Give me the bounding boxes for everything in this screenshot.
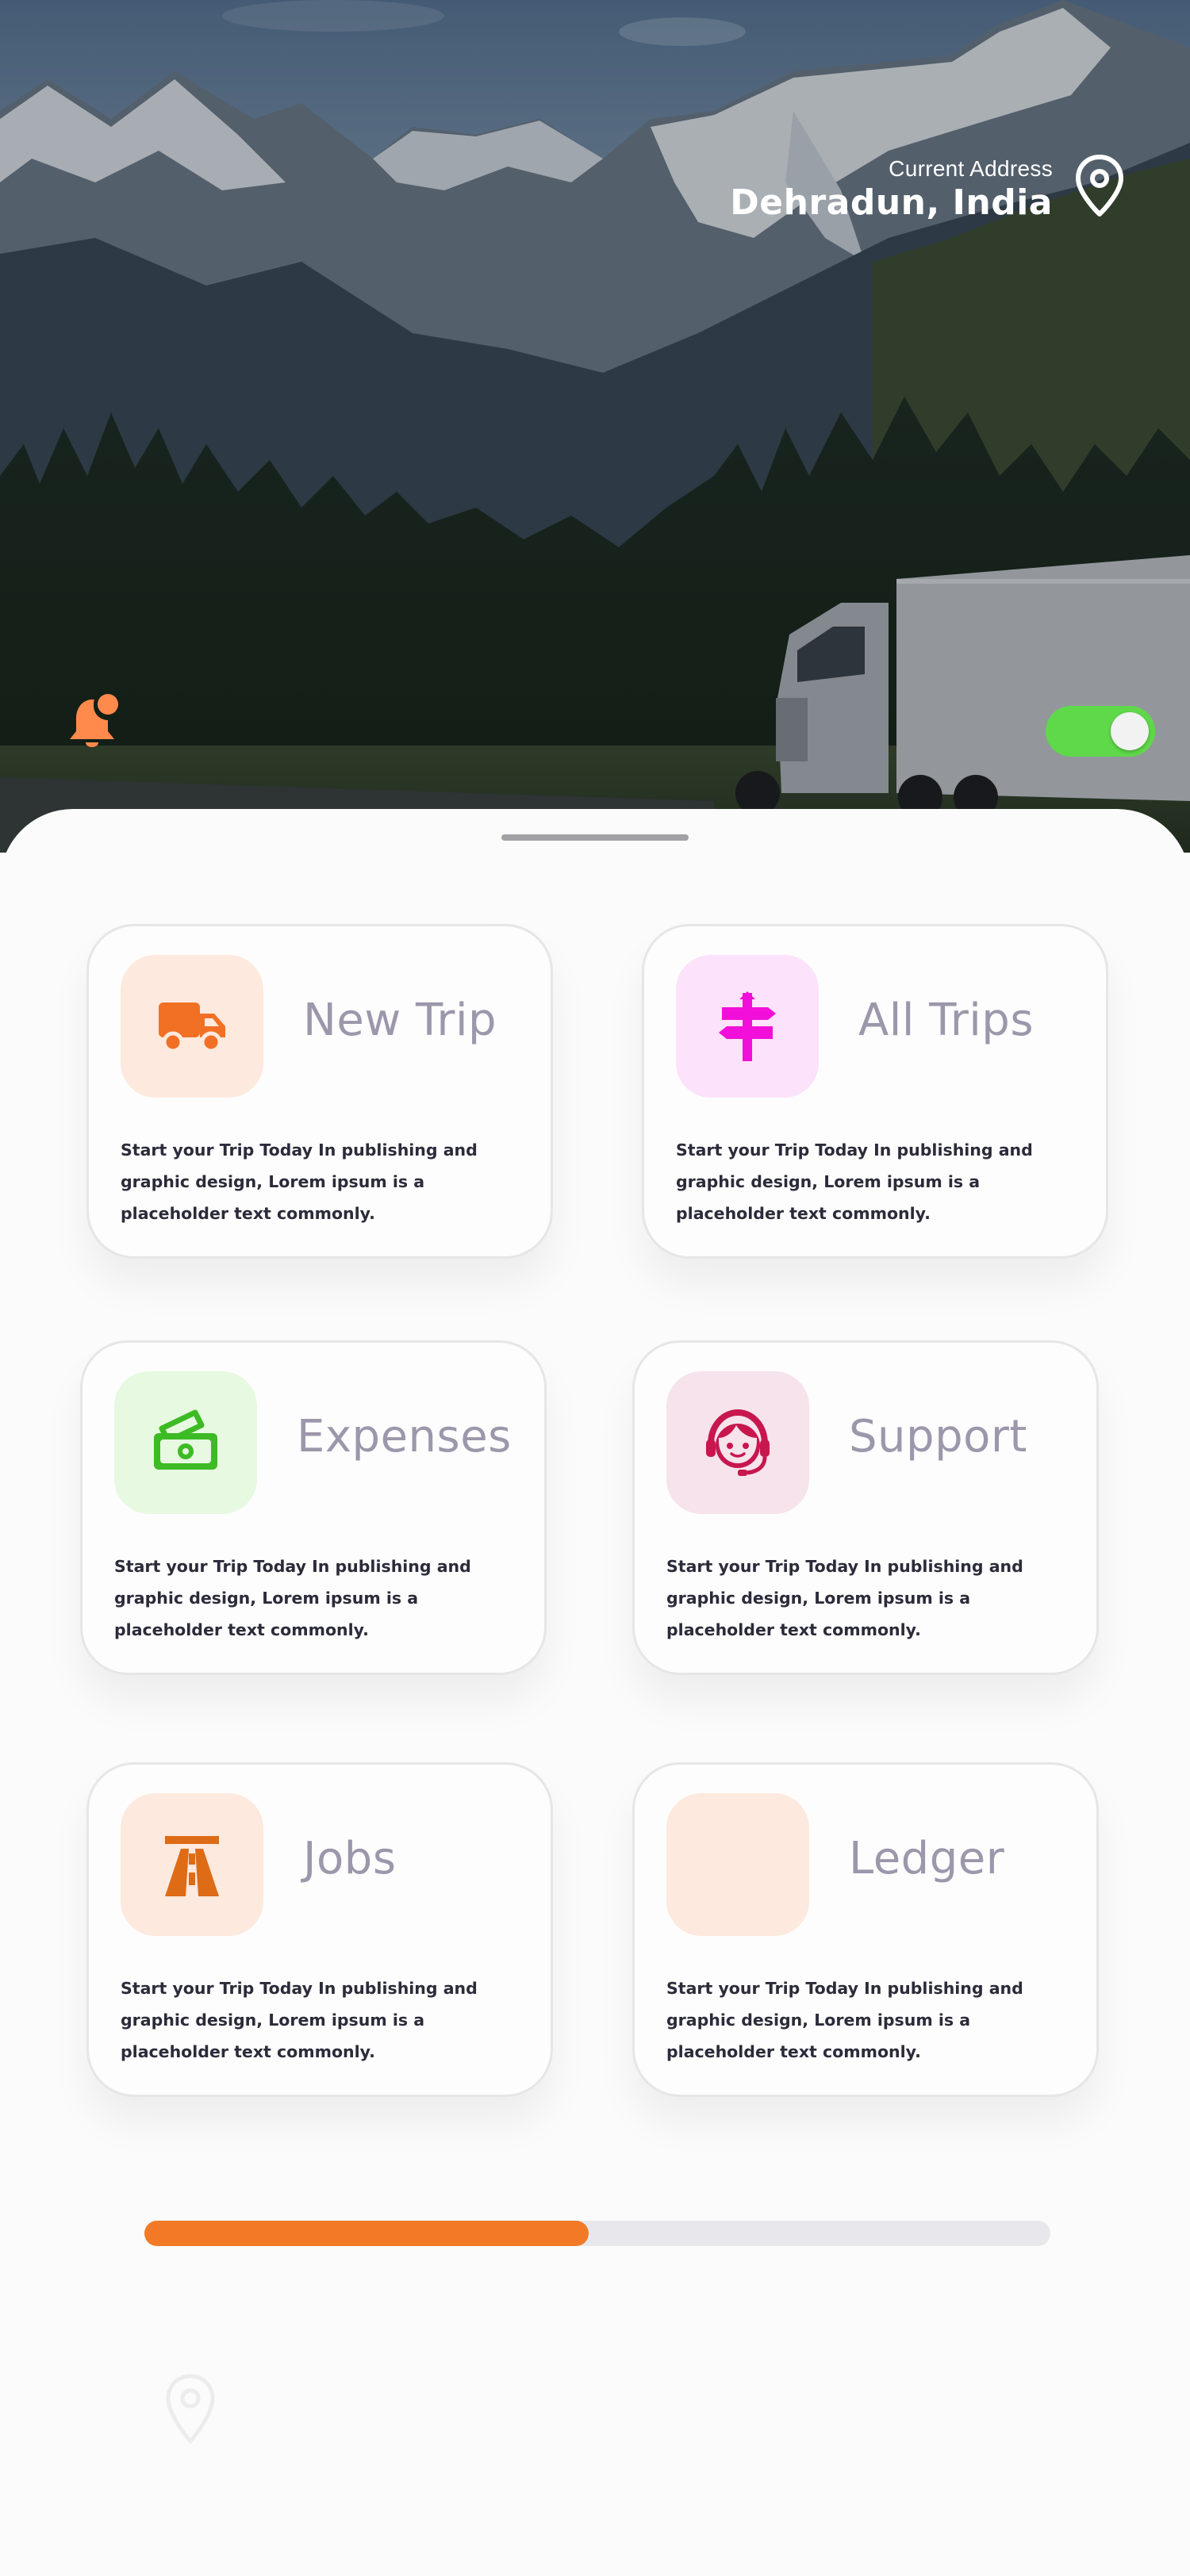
card-title: New Trip <box>303 995 497 1046</box>
card-all-trips[interactable]: All Trips Start your Trip Today In publi… <box>642 924 1108 1259</box>
card-title: Jobs <box>303 1833 397 1884</box>
card-expenses[interactable]: Expenses Start your Trip Today In publis… <box>80 1340 547 1675</box>
truck-icon <box>159 1002 225 1053</box>
status-toggle[interactable] <box>1046 706 1155 757</box>
new-trip-icon-tile <box>121 955 263 1098</box>
card-description: Start your Trip Today In publishing and … <box>114 1557 471 1639</box>
card-description: Start your Trip Today In publishing and … <box>666 1557 1023 1639</box>
card-description: Start your Trip Today In publishing and … <box>121 1140 478 1223</box>
progress-fill <box>144 2221 589 2246</box>
toggle-knob <box>1111 712 1149 750</box>
card-new-trip[interactable]: New Trip Start your Trip Today In publis… <box>86 924 553 1259</box>
card-ledger[interactable]: Ledger Start your Trip Today In publishi… <box>632 1762 1099 2097</box>
jobs-icon-tile <box>121 1793 263 1936</box>
signpost-icon <box>719 991 776 1061</box>
card-title: All Trips <box>858 995 1035 1046</box>
card-title: Ledger <box>849 1833 1005 1884</box>
card-title: Expenses <box>297 1411 512 1462</box>
mountain-landscape-image <box>0 0 1190 853</box>
support-agent-icon <box>706 1409 770 1476</box>
card-jobs[interactable]: Jobs Start your Trip Today In publishing… <box>86 1762 553 2097</box>
card-title: Support <box>849 1411 1027 1462</box>
hero-banner: Current Address Dehradun, India <box>0 0 1190 853</box>
money-icon <box>154 1409 217 1470</box>
card-description: Start your Trip Today In publishing and … <box>666 1979 1023 2061</box>
location-pin-icon[interactable] <box>1073 152 1127 219</box>
progress-bar <box>144 2221 1050 2246</box>
app-screen: Current Address Dehradun, India New Trip… <box>0 0 1190 2576</box>
current-address: Current Address Dehradun, India <box>730 155 1053 224</box>
expenses-icon-tile <box>114 1371 257 1514</box>
road-icon <box>165 1836 219 1896</box>
address-caption: Current Address <box>889 156 1053 181</box>
support-icon-tile <box>666 1371 809 1514</box>
card-support[interactable]: Support Start your Trip Today In publish… <box>632 1340 1099 1675</box>
address-value: Dehradun, India <box>730 182 1053 223</box>
ledger-icon-tile <box>666 1793 809 1936</box>
notification-bell-icon[interactable] <box>67 688 124 752</box>
card-description: Start your Trip Today In publishing and … <box>121 1979 478 2061</box>
all-trips-icon-tile <box>676 955 819 1098</box>
drag-handle[interactable] <box>501 834 689 841</box>
card-description: Start your Trip Today In publishing and … <box>676 1140 1033 1223</box>
faint-location-pin-icon <box>166 2374 215 2444</box>
